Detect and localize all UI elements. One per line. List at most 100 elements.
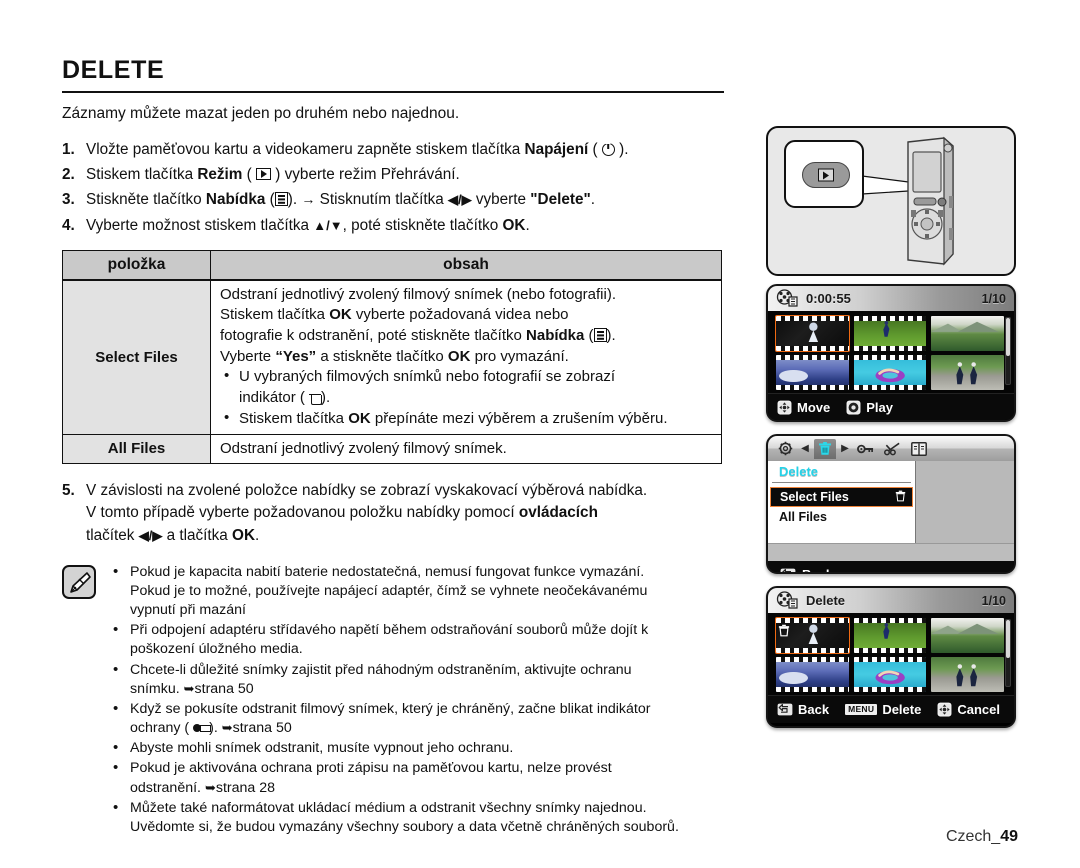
menu-right-panel <box>916 461 1014 543</box>
menu-footer-strip <box>768 543 1014 561</box>
thumbnail-subject <box>956 663 978 686</box>
thumbnail-subject <box>875 368 905 382</box>
menu-item-select-files[interactable]: Select Files <box>770 487 913 507</box>
dpad-icon <box>937 702 952 717</box>
tab-delete[interactable] <box>814 438 836 459</box>
menu-tab-bar: ◀ ▶ <box>768 436 1014 461</box>
thumbnail-bride-video[interactable] <box>775 617 850 654</box>
step5-line3-pre: tlačítek <box>86 526 139 544</box>
note-item: Pokud je aktivována ochrana proti zápisu… <box>106 758 724 797</box>
tab-protect[interactable] <box>854 439 876 459</box>
content-line-1: Odstraní jednotlivý zvolený filmový sním… <box>220 285 616 303</box>
thumbnail-snow-video[interactable] <box>776 657 849 692</box>
hint-move[interactable]: Move <box>777 400 830 415</box>
page-ref-text: strana 50 <box>194 680 254 697</box>
step-2-number: 2. <box>62 166 75 184</box>
hint-cancel[interactable]: Cancel <box>937 702 1000 717</box>
step-3-post: vyberte <box>471 191 531 209</box>
step-2-bold: Režim <box>197 166 243 184</box>
table-row: Select Files Odstraní jednotlivý zvolený… <box>62 279 722 435</box>
delete-screen-title: Delete <box>806 593 846 608</box>
hint-delete[interactable]: MENU Delete <box>845 702 921 717</box>
content-column: DELETE Záznamy můžete mazat jeden po dru… <box>62 56 724 838</box>
tab-nav-right-icon[interactable]: ▶ <box>841 443 849 454</box>
thumbnail-skaters-photo[interactable] <box>931 657 1004 692</box>
step-4-number: 4. <box>62 216 75 234</box>
step-3-bold: Nabídka <box>205 191 266 209</box>
step-3-number: 3. <box>62 191 75 209</box>
scrollbar-thumb[interactable] <box>1006 318 1010 357</box>
menu-heading-divider <box>772 482 911 483</box>
delete-thumbnail-grid <box>768 613 1014 695</box>
mode-button-magnified <box>802 162 850 188</box>
menu-back-hint[interactable]: Back <box>768 561 1014 572</box>
hint-play[interactable]: Play <box>846 400 893 415</box>
page-ref-arrow-icon: ➥ <box>221 720 233 736</box>
note-item: Když se pokusíte odstranit filmový sníme… <box>106 699 724 738</box>
thumbnail-snow-video[interactable] <box>776 355 849 390</box>
delete-screen-statusbar: Delete 1/10 <box>768 588 1014 613</box>
thumbnail-pool-float-video[interactable] <box>853 657 927 692</box>
dpad-icon <box>777 400 792 415</box>
back-arrow-icon <box>777 703 793 716</box>
movie-reel-icon <box>776 591 798 609</box>
step-3-mid2: Stisknutím tlačítka <box>315 191 448 209</box>
tab-edit[interactable] <box>881 439 903 459</box>
line4-post: pro vymazání. <box>470 347 569 365</box>
step-5: 5. V závislosti na zvolené položce nabíd… <box>62 480 724 547</box>
left-right-keys-icon: ◀/▶ <box>448 192 472 208</box>
note-line: Abyste mohli snímek odstranit, musíte vy… <box>130 740 514 757</box>
protect-key-icon <box>856 444 873 453</box>
title-divider <box>62 91 724 93</box>
note-line: ochrany ( <box>130 720 190 737</box>
thumbnail-mountain-photo[interactable] <box>931 618 1004 653</box>
menu-item-label: Select Files <box>780 490 849 504</box>
step-4-text: Vyberte možnost stiskem tlačítka ▲/▼, po… <box>86 215 724 237</box>
tab-nav-left-icon[interactable]: ◀ <box>801 443 809 454</box>
footer-page-number: 49 <box>1000 828 1018 845</box>
scrollbar-thumb[interactable] <box>1006 620 1010 659</box>
line4-pre: Vyberte <box>220 347 276 365</box>
thumbnail-pool-float-video[interactable] <box>853 355 927 390</box>
thumbnail-soccer-video[interactable] <box>853 316 927 351</box>
tab-file-info[interactable] <box>908 439 930 459</box>
delete-selection-screen: Delete 1/10 Back MENU Delete Cancel <box>766 586 1016 728</box>
thumbnail-mountain-photo[interactable] <box>931 316 1004 351</box>
thumbnail-skaters-photo[interactable] <box>931 355 1004 390</box>
step-2-text: Stiskem tlačítka Režim ( ) vyberte režim… <box>86 166 460 184</box>
note-line: poškození úložného media. <box>130 641 303 658</box>
trash-icon <box>895 490 906 505</box>
note-line: Můžete také naformátovat ukládací médium… <box>130 799 647 816</box>
menu-icon <box>274 192 288 207</box>
thumbnail-subject <box>808 322 818 343</box>
menu-chip-label: MENU <box>845 703 878 716</box>
step-4: 4. Vyberte možnost stiskem tlačítka ▲/▼,… <box>62 215 724 237</box>
content-line-4: Vyberte “Yes” a stiskněte tlačítko OK pr… <box>220 347 712 368</box>
thumbnail-soccer-video[interactable] <box>853 618 927 653</box>
thumbnail-subject <box>883 622 890 639</box>
note-item: Pokud je kapacita nabití baterie nedosta… <box>106 562 724 621</box>
step-1-bold: Napájení <box>524 141 589 158</box>
bullet1-line2: indikátor ( <box>239 389 305 407</box>
thumbnail-scrollbar[interactable] <box>1005 619 1011 687</box>
page-ref-arrow-icon: ➥ <box>204 779 216 795</box>
thumbnail-scrollbar[interactable] <box>1005 317 1011 385</box>
page-reference: ➥strana 50 <box>184 681 254 697</box>
menu-item-all-files[interactable]: All Files <box>768 507 915 526</box>
thumbnail-subject <box>808 624 818 645</box>
thumbnail-screen-hintbar: Move Play <box>768 393 1014 420</box>
note-line: odstranění. <box>130 779 205 796</box>
hint-back[interactable]: Back <box>777 702 829 717</box>
step-3-quoted: "Delete" <box>530 191 591 209</box>
left-right-keys-icon: ◀/▶ <box>138 527 163 543</box>
tab-settings[interactable] <box>774 439 796 459</box>
line4-yes: “Yes” <box>275 347 317 365</box>
protect-key-icon <box>193 722 212 733</box>
up-down-keys-icon: ▲/▼ <box>313 217 343 233</box>
table-header-item: položka <box>62 249 211 281</box>
hint-play-label: Play <box>866 400 893 415</box>
intro-paragraph: Záznamy můžete mazat jeden po druhém neb… <box>62 105 460 122</box>
thumbnail-screen: 0:00:55 1/10 Move Play <box>766 284 1016 422</box>
step5-line3-mid: a tlačítka <box>162 526 233 544</box>
thumbnail-bride-video[interactable] <box>775 315 850 352</box>
